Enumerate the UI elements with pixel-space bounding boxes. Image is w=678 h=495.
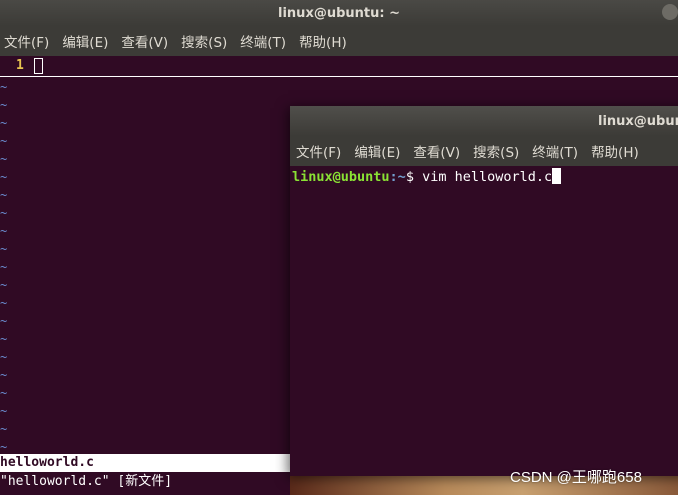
menu-file[interactable]: 文件(F) bbox=[4, 31, 49, 51]
vim-tilde: ~ bbox=[0, 260, 8, 274]
vim-tilde: ~ bbox=[0, 278, 8, 292]
menu-terminal[interactable]: 终端(T) bbox=[532, 141, 578, 161]
vim-tilde: ~ bbox=[0, 386, 8, 400]
vim-tilde: ~ bbox=[0, 350, 8, 364]
vim-tilde: ~ bbox=[0, 314, 8, 328]
vim-tilde: ~ bbox=[0, 368, 8, 382]
menu-view[interactable]: 查看(V) bbox=[121, 31, 168, 51]
menu-file[interactable]: 文件(F) bbox=[296, 141, 341, 161]
menu-help[interactable]: 帮助(H) bbox=[299, 31, 347, 51]
front-window-title: linux@ubun bbox=[598, 113, 678, 129]
window-control-icon[interactable] bbox=[662, 4, 678, 20]
vim-tilde: ~ bbox=[0, 116, 8, 130]
menu-search[interactable]: 搜索(S) bbox=[473, 141, 519, 161]
vim-tilde: ~ bbox=[0, 242, 8, 256]
back-menubar: 文件(F) 编辑(E) 查看(V) 搜索(S) 终端(T) 帮助(H) bbox=[0, 26, 678, 56]
vim-tilde: ~ bbox=[0, 98, 8, 112]
vim-tilde: ~ bbox=[0, 80, 8, 94]
vim-tilde: ~ bbox=[0, 440, 8, 454]
vim-line-number: 1 bbox=[16, 58, 24, 73]
front-terminal-window[interactable]: linux@ubun 文件(F) 编辑(E) 查看(V) 搜索(S) 终端(T)… bbox=[290, 106, 678, 476]
terminal-command: vim helloworld.c bbox=[422, 169, 553, 185]
back-window-title: linux@ubuntu: ~ bbox=[278, 5, 400, 21]
vim-status-line: helloworld.c bbox=[0, 454, 290, 472]
vim-tilde: ~ bbox=[0, 188, 8, 202]
terminal-cursor bbox=[552, 168, 562, 184]
prompt-path: :~ bbox=[389, 169, 406, 185]
terminal-output[interactable]: linux@ubuntu:~$ vim helloworld.c bbox=[292, 168, 562, 185]
menu-help[interactable]: 帮助(H) bbox=[591, 141, 639, 161]
menu-view[interactable]: 查看(V) bbox=[413, 141, 460, 161]
vim-cursor bbox=[34, 58, 43, 74]
vim-tilde: ~ bbox=[0, 404, 8, 418]
back-window-titlebar[interactable]: linux@ubuntu: ~ bbox=[0, 0, 678, 26]
front-menubar: 文件(F) 编辑(E) 查看(V) 搜索(S) 终端(T) 帮助(H) bbox=[290, 136, 678, 166]
menu-search[interactable]: 搜索(S) bbox=[181, 31, 227, 51]
vim-tilde: ~ bbox=[0, 422, 8, 436]
prompt-symbol: $ bbox=[405, 169, 423, 185]
vim-tilde: ~ bbox=[0, 206, 8, 220]
vim-tilde: ~ bbox=[0, 152, 8, 166]
vim-tilde: ~ bbox=[0, 224, 8, 238]
menu-terminal[interactable]: 终端(T) bbox=[240, 31, 286, 51]
prompt-user: linux@ubuntu bbox=[292, 169, 390, 185]
menu-edit[interactable]: 编辑(E) bbox=[62, 31, 108, 51]
vim-tilde: ~ bbox=[0, 296, 8, 310]
watermark: CSDN @王哪跑658 bbox=[510, 469, 642, 486]
front-window-titlebar[interactable]: linux@ubun bbox=[290, 106, 678, 136]
vim-tilde: ~ bbox=[0, 170, 8, 184]
menu-edit[interactable]: 编辑(E) bbox=[354, 141, 400, 161]
vim-cursorline bbox=[0, 58, 678, 77]
vim-tilde: ~ bbox=[0, 332, 8, 346]
vim-tilde: ~ bbox=[0, 134, 8, 148]
